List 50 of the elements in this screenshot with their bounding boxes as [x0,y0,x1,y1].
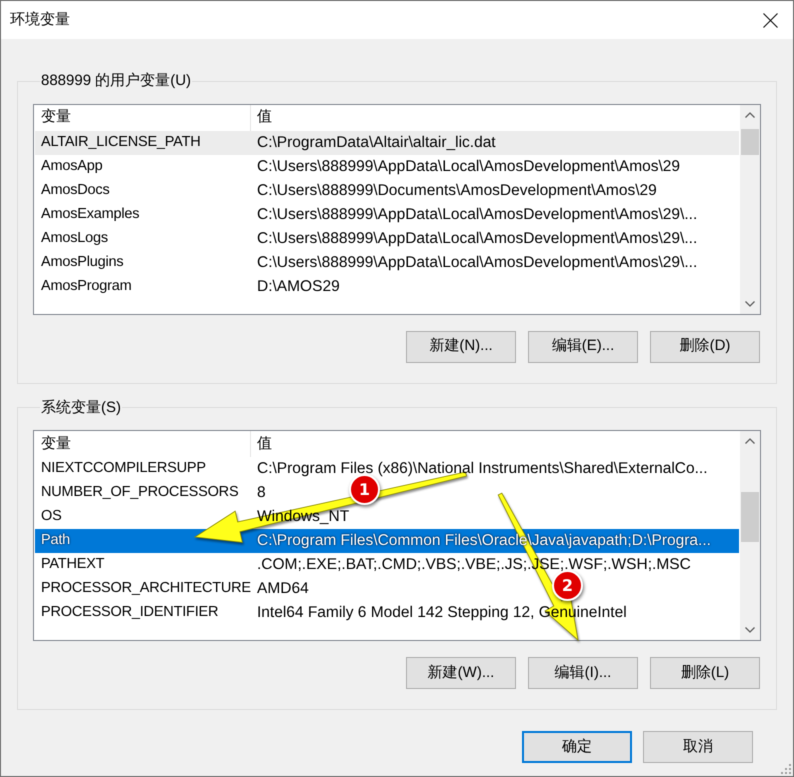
variable-name-cell[interactable]: AmosPlugins [35,252,251,274]
scroll-up-icon [745,438,755,444]
column-header[interactable]: 值 [251,104,740,130]
scrollbar[interactable] [740,431,760,640]
column-header[interactable]: 值 [251,431,740,457]
column-header[interactable]: 变量 [34,431,251,457]
scroll-down-icon [745,300,755,306]
variable-name-cell[interactable]: PROCESSOR_ARCHITECTURE [35,578,251,600]
variable-name-cell[interactable]: PROCESSOR_IDENTIFIER [35,602,251,624]
list-view[interactable] [33,430,761,641]
variable-name-cell[interactable]: AmosLogs [35,228,251,250]
action-button[interactable]: 编辑(E)... [528,330,638,362]
variable-value-cell[interactable]: D:\AMOS29 [251,274,340,298]
variable-name-cell[interactable]: AmosDocs [35,180,251,202]
variable-name-cell[interactable]: ALTAIR_LICENSE_PATH [35,132,251,154]
action-button[interactable]: 新建(N)... [406,330,516,362]
variable-name-cell[interactable]: OS [35,506,251,528]
scrollbar-thumb[interactable] [741,492,759,542]
list-view[interactable] [33,104,761,314]
scrollbar-thumb[interactable] [741,128,759,154]
action-button[interactable]: 编辑(I)... [528,657,638,689]
selected-list-row[interactable]: ALTAIR_LICENSE_PATH C:\ProgramData\Altair\altair_lic.dat [35,130,739,154]
variable-name-cell[interactable]: AmosExamples [35,204,251,226]
variable-name-cell[interactable]: AmosProgram [35,276,251,298]
close-icon [762,12,778,28]
resize-grip-icon [781,764,791,774]
variable-name-cell[interactable]: PATHEXT [35,554,251,576]
scroll-up-icon [745,112,755,118]
group-title: 系统变量(S) [40,398,122,418]
variable-value-cell[interactable]: AMD64 [251,577,309,601]
action-button[interactable]: 删除(D) [650,330,760,362]
variable-name-cell[interactable]: NUMBER_OF_PROCESSORS [35,482,251,504]
variable-value-cell[interactable]: C:\ProgramData\Altair\altair_lic.dat [251,130,496,154]
window-title: 环境变量 [9,10,70,30]
ok-button[interactable]: 确定 [522,731,632,763]
variable-value-cell[interactable]: C:\Users\888999\AppData\Local\AmosDevelopment\Amos\29 [251,154,680,178]
scroll-down-icon [745,627,755,633]
variable-name-cell[interactable]: AmosApp [35,156,251,178]
group-title: 888999 的用户变量(U) [40,71,192,91]
variable-value-cell[interactable]: 8 [251,481,266,505]
action-button[interactable]: 删除(L) [650,657,760,689]
variable-value-cell[interactable]: C:\Users\888999\AppData\Local\AmosDevelopment\Amos\29\... [251,250,698,274]
variable-value-cell[interactable]: C:\Users\888999\AppData\Local\AmosDevelopment\Amos\29\... [251,226,698,250]
scrollbar[interactable] [740,104,760,314]
variable-value-cell[interactable]: C:\Users\888999\Documents\AmosDevelopment\Amos\29 [251,178,657,202]
variable-value-cell[interactable]: C:\Users\888999\AppData\Local\AmosDevelopment\Amos\29\... [251,202,698,226]
variable-name-cell[interactable]: NIEXTCCOMPILERSUPP [35,458,251,480]
cancel-button[interactable]: 取消 [643,731,753,763]
action-button[interactable]: 新建(W)... [406,657,516,689]
variable-name-cell[interactable]: Path [35,530,251,552]
